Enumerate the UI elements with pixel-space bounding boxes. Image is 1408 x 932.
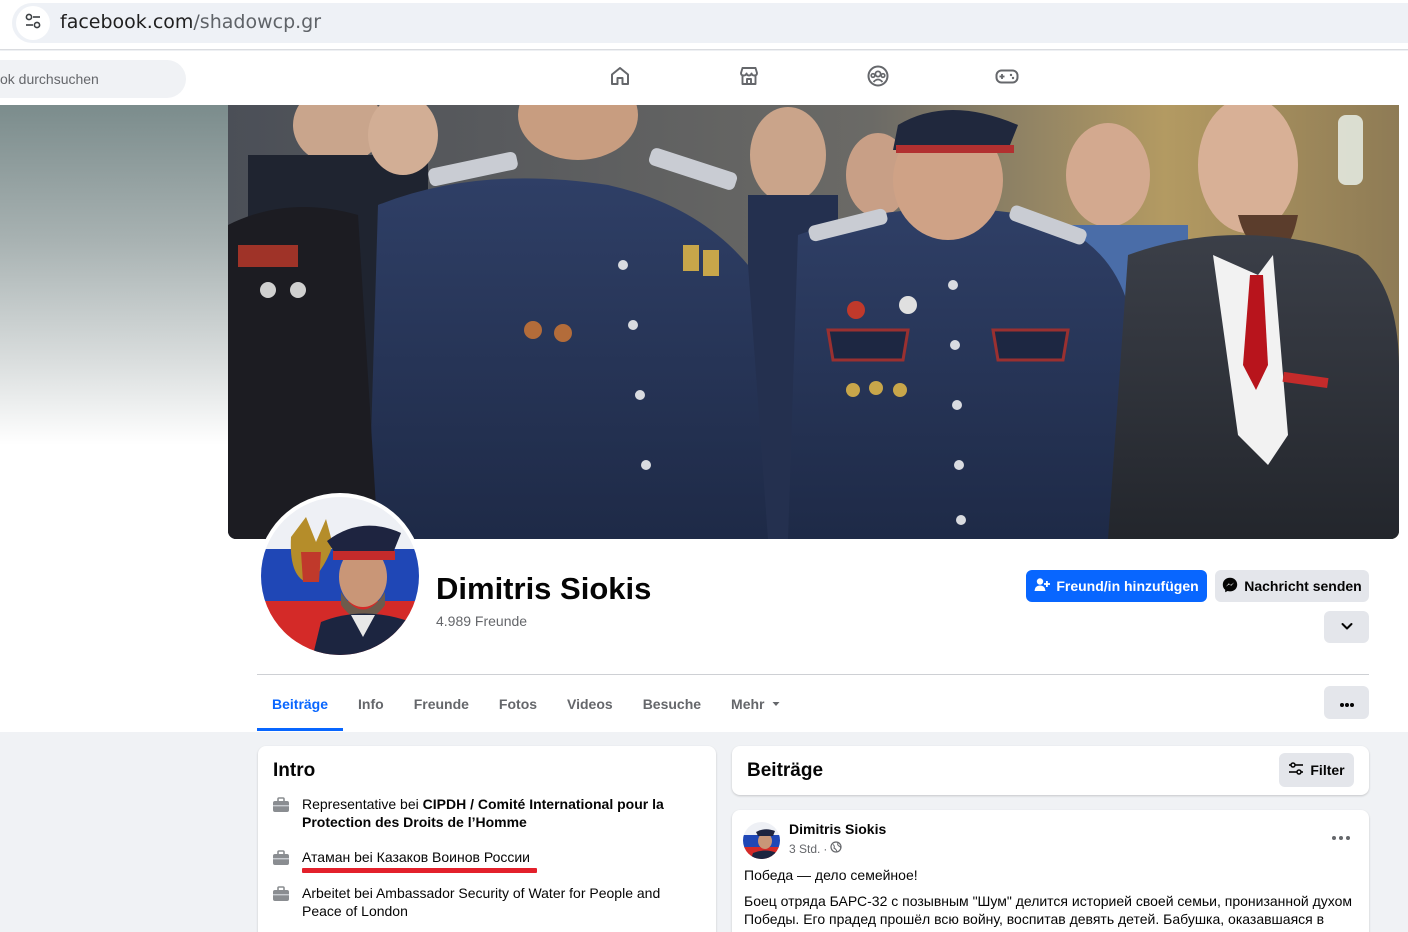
facebook-top-nav <box>0 51 1408 105</box>
briefcase-icon <box>272 848 290 871</box>
profile-picture[interactable] <box>261 497 419 655</box>
tab-freunde[interactable]: Freunde <box>399 676 484 731</box>
marketplace-icon <box>737 64 761 93</box>
post-options-button[interactable] <box>1331 828 1351 840</box>
post-card: Dimitris Siokis 3 Std. · Победа — дело с… <box>732 810 1369 932</box>
browser-address-bar: facebook.com/shadowcp.gr <box>0 0 1408 50</box>
nav-gaming-button[interactable] <box>990 61 1024 95</box>
home-icon <box>608 64 632 93</box>
highlight-underline <box>302 868 537 873</box>
intro-item-text: Representative bei CIPDH / Comité Intern… <box>302 795 702 831</box>
intro-item-work: Representative bei CIPDH / Comité Intern… <box>272 795 702 831</box>
filter-button[interactable]: Filter <box>1279 753 1354 787</box>
post-body: Боец отряда БАРС-32 с позывным "Шум" дел… <box>744 893 1353 927</box>
profile-tabs: Beiträge Info Freunde Fotos Videos Besuc… <box>257 676 796 731</box>
tab-label: Mehr <box>731 695 765 712</box>
tab-label: Besuche <box>642 695 702 712</box>
globe-icon <box>830 841 842 856</box>
tab-mehr[interactable]: Mehr <box>716 676 795 731</box>
add-friend-button[interactable]: Freund/in hinzufügen <box>1026 570 1207 602</box>
intro-item-text: Arbeitet bei Ambassador Security of Wate… <box>302 885 661 919</box>
groups-icon <box>866 64 890 93</box>
more-options-button[interactable] <box>1324 686 1369 719</box>
tab-label: Fotos <box>498 695 538 712</box>
search-box <box>0 60 186 98</box>
profile-name: Dimitris Siokis <box>436 571 652 606</box>
tab-label: Freunde <box>413 695 469 712</box>
more-horizontal-icon <box>1339 695 1355 711</box>
tab-info[interactable]: Info <box>343 676 399 731</box>
briefcase-icon <box>272 884 290 920</box>
post-meta: 3 Std. · <box>789 841 842 856</box>
tab-label: Beiträge <box>272 695 329 712</box>
chevron-down-icon <box>1340 619 1354 636</box>
url-text[interactable]: facebook.com/shadowcp.gr <box>60 11 321 33</box>
more-horizontal-icon <box>1331 828 1351 845</box>
site-info-button[interactable] <box>16 6 50 40</box>
messenger-icon <box>1222 577 1238 596</box>
tab-fotos[interactable]: Fotos <box>484 676 552 731</box>
cover-backdrop <box>0 105 228 445</box>
header-divider <box>257 674 1369 675</box>
posts-title: Beiträge <box>747 760 824 781</box>
intro-card: Intro Representative bei CIPDH / Comité … <box>258 746 716 932</box>
gaming-icon <box>994 64 1020 93</box>
post-timestamp[interactable]: 3 Std. <box>789 842 820 856</box>
add-friend-icon <box>1034 577 1051 596</box>
intro-item-prefix: Representative bei <box>302 796 423 812</box>
friends-count-link[interactable]: 4.989 Freunde <box>436 613 527 629</box>
filter-label: Filter <box>1310 762 1345 778</box>
nav-groups-button[interactable] <box>861 61 895 95</box>
add-friend-label: Freund/in hinzufügen <box>1056 578 1199 594</box>
intro-item-work: Arbeitet bei Ambassador Security of Wate… <box>272 884 702 920</box>
profile-options-dropdown[interactable] <box>1324 611 1369 643</box>
url-path: /shadowcp.gr <box>193 11 322 33</box>
tab-label: Videos <box>567 695 613 712</box>
send-message-label: Nachricht senden <box>1244 578 1362 594</box>
tab-besuche[interactable]: Besuche <box>628 676 716 731</box>
cover-photo[interactable] <box>228 105 1399 539</box>
posts-header-card: Beiträge Filter <box>732 746 1369 795</box>
post-author-name[interactable]: Dimitris Siokis <box>789 821 886 837</box>
caret-down-icon <box>771 696 781 712</box>
url-domain: facebook.com <box>60 11 194 33</box>
intro-title: Intro <box>273 760 316 781</box>
tune-icon <box>24 12 42 35</box>
separator-dot: · <box>823 841 828 856</box>
nav-home-button[interactable] <box>603 61 637 95</box>
post-headline: Победа — дело семейное! <box>744 867 918 883</box>
filter-icon <box>1288 761 1304 779</box>
briefcase-icon <box>272 795 290 831</box>
nav-marketplace-button[interactable] <box>732 61 766 95</box>
send-message-button[interactable]: Nachricht senden <box>1215 570 1369 602</box>
tab-videos[interactable]: Videos <box>552 676 628 731</box>
tab-label: Info <box>358 695 384 712</box>
search-input[interactable] <box>0 60 180 98</box>
tab-beitraege[interactable]: Beiträge <box>257 676 344 731</box>
post-author-avatar[interactable] <box>743 822 780 859</box>
